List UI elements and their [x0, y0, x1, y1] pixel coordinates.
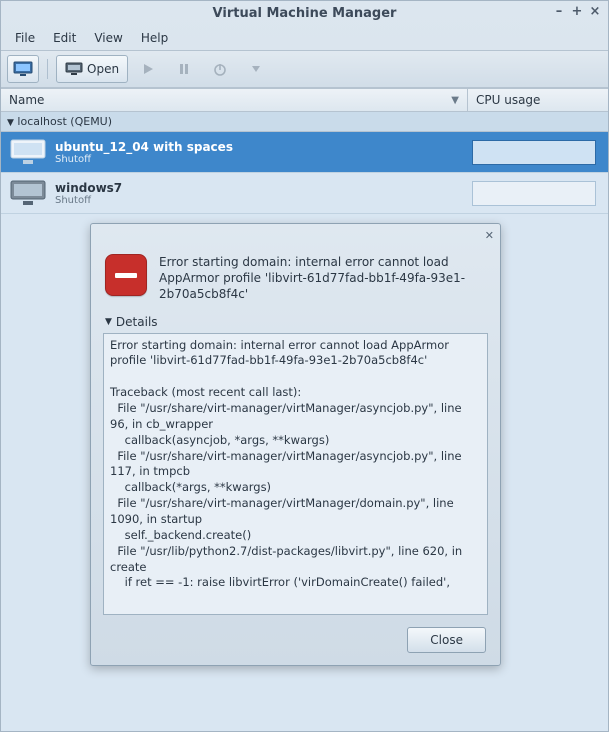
menu-file[interactable]: File	[7, 29, 43, 47]
chevron-down-icon	[251, 64, 261, 74]
connection-row[interactable]: ▼ localhost (QEMU)	[1, 112, 608, 132]
column-header-name[interactable]: Name ▼	[1, 89, 468, 111]
vm-row[interactable]: ubuntu_12_04 with spaces Shutoff	[1, 132, 608, 173]
column-name-label: Name	[9, 93, 44, 107]
dialog-header: Error starting domain: internal error ca…	[91, 246, 500, 315]
window-controls: – + ×	[552, 5, 602, 19]
window-title: Virtual Machine Manager	[213, 6, 397, 21]
details-toggle[interactable]: ▼ Details	[105, 315, 486, 329]
run-button[interactable]	[132, 55, 164, 83]
titlebar: Virtual Machine Manager – + ×	[1, 1, 608, 26]
close-button[interactable]: Close	[407, 627, 486, 653]
new-vm-button[interactable]	[7, 55, 39, 83]
shutdown-menu-button[interactable]	[240, 55, 272, 83]
close-window-button[interactable]: ×	[588, 5, 602, 19]
cpu-usage-cell	[472, 181, 596, 206]
error-summary: Error starting domain: internal error ca…	[159, 254, 486, 303]
vm-meta: windows7 Shutoff	[55, 181, 472, 206]
pause-button[interactable]	[168, 55, 200, 83]
expander-icon: ▼	[7, 118, 14, 128]
toolbar-separator	[47, 59, 48, 79]
dialog-footer: Close	[91, 615, 500, 665]
sort-indicator-icon: ▼	[451, 95, 459, 106]
dialog-close-button[interactable]: ✕	[485, 229, 494, 242]
cpu-usage-cell	[472, 140, 596, 165]
dialog-titlebar: ✕	[91, 224, 500, 246]
vm-name: ubuntu_12_04 with spaces	[55, 140, 472, 154]
power-icon	[213, 62, 227, 76]
toolbar: Open	[1, 50, 608, 88]
pause-icon	[177, 62, 191, 76]
vm-status: Shutoff	[55, 154, 472, 165]
monitor-icon	[65, 62, 83, 76]
maximize-button[interactable]: +	[570, 5, 584, 19]
list-header: Name ▼ CPU usage	[1, 89, 608, 112]
menu-help[interactable]: Help	[133, 29, 176, 47]
error-dialog: ✕ Error starting domain: internal error …	[90, 223, 501, 666]
menu-view[interactable]: View	[86, 29, 130, 47]
error-icon	[105, 254, 147, 296]
shutdown-button[interactable]	[204, 55, 236, 83]
vm-meta: ubuntu_12_04 with spaces Shutoff	[55, 140, 472, 165]
details-textbox[interactable]: Error starting domain: internal error ca…	[103, 333, 488, 615]
vm-row[interactable]: windows7 Shutoff	[1, 173, 608, 214]
monitor-new-icon	[13, 61, 33, 77]
open-button[interactable]: Open	[56, 55, 128, 83]
open-button-label: Open	[87, 62, 119, 76]
monitor-icon	[9, 179, 47, 207]
connection-label: localhost (QEMU)	[17, 115, 112, 128]
vm-name: windows7	[55, 181, 472, 195]
menu-edit[interactable]: Edit	[45, 29, 84, 47]
vm-status: Shutoff	[55, 195, 472, 206]
play-icon	[141, 62, 155, 76]
monitor-icon	[9, 138, 47, 166]
menubar: File Edit View Help	[1, 26, 608, 50]
chevron-down-icon: ▼	[105, 317, 112, 327]
column-header-cpu[interactable]: CPU usage	[468, 89, 608, 111]
minimize-button[interactable]: –	[552, 5, 566, 19]
details-label: Details	[116, 315, 158, 329]
